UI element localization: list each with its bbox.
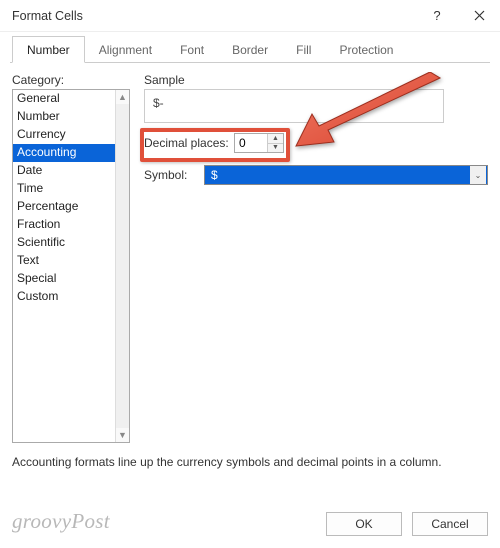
- category-item-special[interactable]: Special: [13, 270, 115, 288]
- cancel-button[interactable]: Cancel: [412, 512, 488, 536]
- tab-border[interactable]: Border: [218, 37, 282, 63]
- category-item-accounting[interactable]: Accounting: [13, 144, 115, 162]
- category-item-scientific[interactable]: Scientific: [13, 234, 115, 252]
- category-item-time[interactable]: Time: [13, 180, 115, 198]
- spinner-up[interactable]: ▲: [268, 134, 283, 144]
- tab-strip: Number Alignment Font Border Fill Protec…: [0, 32, 500, 62]
- dropdown-button[interactable]: ⌄: [470, 166, 486, 184]
- symbol-value: $: [211, 168, 470, 182]
- ok-button[interactable]: OK: [326, 512, 402, 536]
- category-item-date[interactable]: Date: [13, 162, 115, 180]
- category-column: Category: GeneralNumberCurrencyAccountin…: [12, 73, 130, 443]
- symbol-label: Symbol:: [144, 168, 204, 182]
- spinner: ▲ ▼: [267, 134, 283, 152]
- decimal-places-label: Decimal places:: [144, 136, 234, 150]
- category-item-general[interactable]: General: [13, 90, 115, 108]
- help-button[interactable]: ?: [416, 0, 458, 32]
- sample-value: $-: [153, 96, 164, 110]
- category-label: Category:: [12, 73, 130, 87]
- symbol-row: Symbol: $ ⌄: [144, 163, 488, 187]
- category-item-currency[interactable]: Currency: [13, 126, 115, 144]
- sample-box: $-: [144, 89, 444, 123]
- category-item-custom[interactable]: Custom: [13, 288, 115, 306]
- button-bar: OK Cancel: [326, 512, 488, 536]
- titlebar: Format Cells ?: [0, 0, 500, 32]
- tab-fill[interactable]: Fill: [282, 37, 325, 63]
- category-item-fraction[interactable]: Fraction: [13, 216, 115, 234]
- dialog-body: Category: GeneralNumberCurrencyAccountin…: [0, 63, 500, 443]
- close-icon: [474, 10, 485, 21]
- scroll-down-button[interactable]: ▼: [116, 428, 129, 442]
- scroll-up-button[interactable]: ▲: [116, 90, 129, 104]
- category-item-text[interactable]: Text: [13, 252, 115, 270]
- tab-number[interactable]: Number: [12, 36, 85, 63]
- format-description: Accounting formats line up the currency …: [12, 455, 488, 469]
- dialog-title: Format Cells: [12, 9, 416, 23]
- tab-protection[interactable]: Protection: [325, 37, 407, 63]
- tab-font[interactable]: Font: [166, 37, 218, 63]
- decimal-places-input[interactable]: ▲ ▼: [234, 133, 284, 153]
- close-button[interactable]: [458, 0, 500, 32]
- settings-column: Sample $- Decimal places: ▲ ▼ Symbol: $ …: [144, 73, 488, 443]
- decimal-row: Decimal places: ▲ ▼: [144, 131, 488, 155]
- scroll-track[interactable]: [116, 104, 129, 428]
- category-item-percentage[interactable]: Percentage: [13, 198, 115, 216]
- category-item-number[interactable]: Number: [13, 108, 115, 126]
- tab-alignment[interactable]: Alignment: [85, 37, 166, 63]
- spinner-down[interactable]: ▼: [268, 144, 283, 153]
- listbox-scrollbar[interactable]: ▲ ▼: [115, 90, 129, 442]
- symbol-dropdown[interactable]: $ ⌄: [204, 165, 488, 185]
- chevron-down-icon: ⌄: [475, 171, 482, 180]
- watermark: groovyPost: [12, 509, 110, 534]
- decimal-places-field[interactable]: [235, 134, 267, 152]
- category-listbox[interactable]: GeneralNumberCurrencyAccountingDateTimeP…: [12, 89, 130, 443]
- sample-label: Sample: [144, 73, 488, 87]
